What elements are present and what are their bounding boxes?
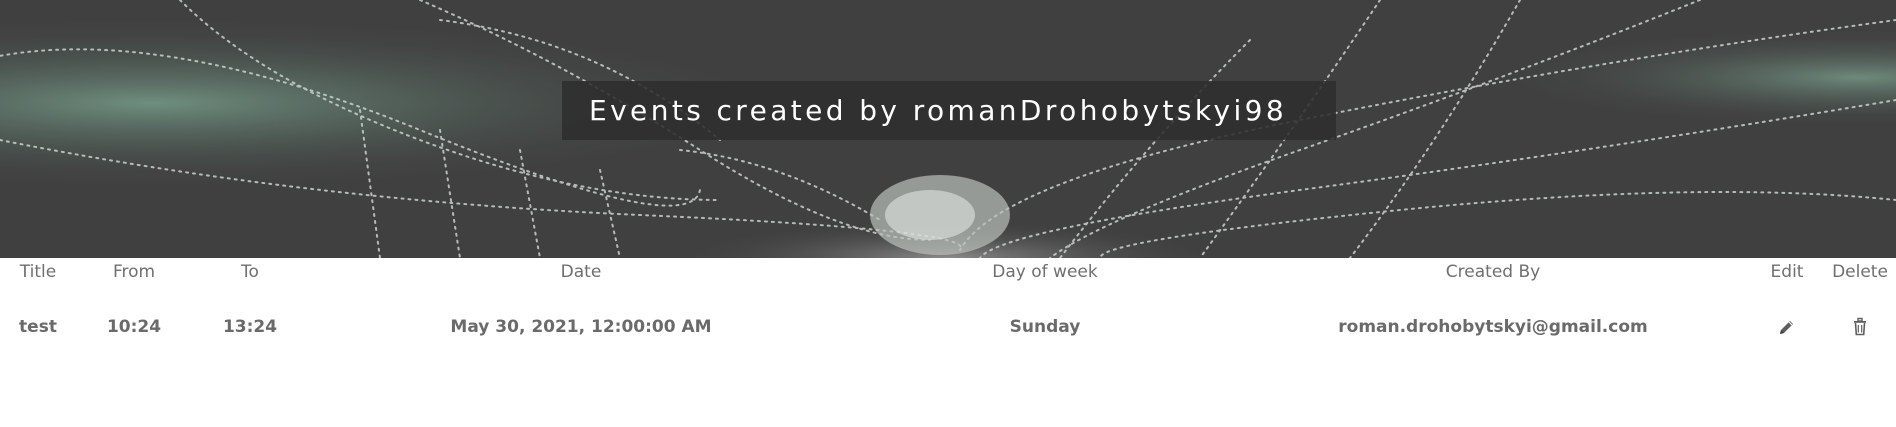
pencil-icon (1780, 321, 1793, 334)
table-header-row: Title From To Date Day of week Created B… (0, 258, 1896, 285)
table-row: test 10:24 13:24 May 30, 2021, 12:00:00 … (0, 285, 1896, 369)
event-created-by-cell: roman.drohobytskyi@gmail.com (1338, 317, 1648, 337)
events-table: Title From To Date Day of week Created B… (0, 258, 1896, 369)
event-from-cell: 10:24 (106, 317, 162, 337)
column-header-delete: Delete (1832, 261, 1888, 282)
column-header-from: From (112, 261, 156, 282)
column-header-to: To (241, 261, 259, 282)
event-day-of-week-cell: Sunday (1009, 317, 1081, 337)
edit-button[interactable] (1773, 313, 1801, 341)
page-title-box: Events created by romanDrohobytskyi98 (562, 81, 1336, 140)
event-to-cell: 13:24 (222, 317, 278, 337)
delete-button[interactable] (1846, 313, 1874, 341)
hero-banner: Events created by romanDrohobytskyi98 (0, 0, 1896, 258)
edit-cell (1750, 285, 1824, 369)
column-header-title: Title (19, 261, 57, 282)
column-header-created-by: Created By (1445, 261, 1541, 282)
delete-cell (1824, 285, 1896, 369)
page-title: Events created by romanDrohobytskyi98 (589, 94, 1288, 127)
column-header-day-of-week: Day of week (992, 261, 1098, 282)
event-date-cell: May 30, 2021, 12:00:00 AM (450, 317, 712, 337)
column-header-edit: Edit (1770, 261, 1804, 282)
trash-icon (1854, 318, 1866, 336)
event-title-cell: test (19, 317, 57, 337)
column-header-date: Date (560, 261, 602, 282)
